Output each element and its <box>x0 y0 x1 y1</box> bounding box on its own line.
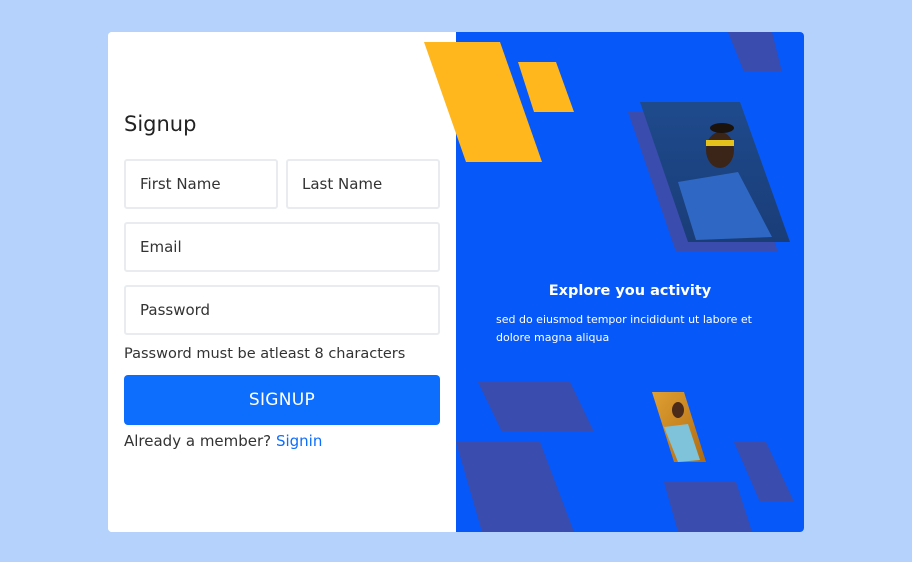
member-text: Already a member? <box>124 432 272 450</box>
person-photo-small <box>652 392 706 462</box>
decor-shape-yellow-small <box>518 62 574 112</box>
signin-prompt: Already a member? Signin <box>124 432 322 450</box>
first-name-input[interactable] <box>124 159 278 209</box>
signup-button[interactable]: SIGNUP <box>124 375 440 425</box>
password-hint: Password must be atleast 8 characters <box>124 346 406 362</box>
signup-form-panel: Signup Password must be atleast 8 charac… <box>108 32 456 532</box>
last-name-input[interactable] <box>286 159 440 209</box>
decor-shape-bottom-center <box>664 482 752 532</box>
email-input[interactable] <box>124 222 440 272</box>
promo-description: sed do eiusmod tempor incididunt ut labo… <box>496 313 752 344</box>
decor-shape-top-right <box>728 32 782 72</box>
password-input[interactable] <box>124 285 440 335</box>
decor-shape-yellow-large <box>424 42 542 162</box>
accent-shapes <box>424 42 574 162</box>
signup-card: Explore you activity sed do eiusmod temp… <box>108 32 804 532</box>
signin-link[interactable]: Signin <box>276 432 322 450</box>
promo-title: Explore you activity <box>548 283 712 299</box>
page-title: Signup <box>124 112 197 136</box>
decor-shape-bottom-left <box>456 442 574 532</box>
decor-shape-bottom-middle <box>478 382 594 432</box>
decor-shape-bottom-right <box>734 442 794 502</box>
